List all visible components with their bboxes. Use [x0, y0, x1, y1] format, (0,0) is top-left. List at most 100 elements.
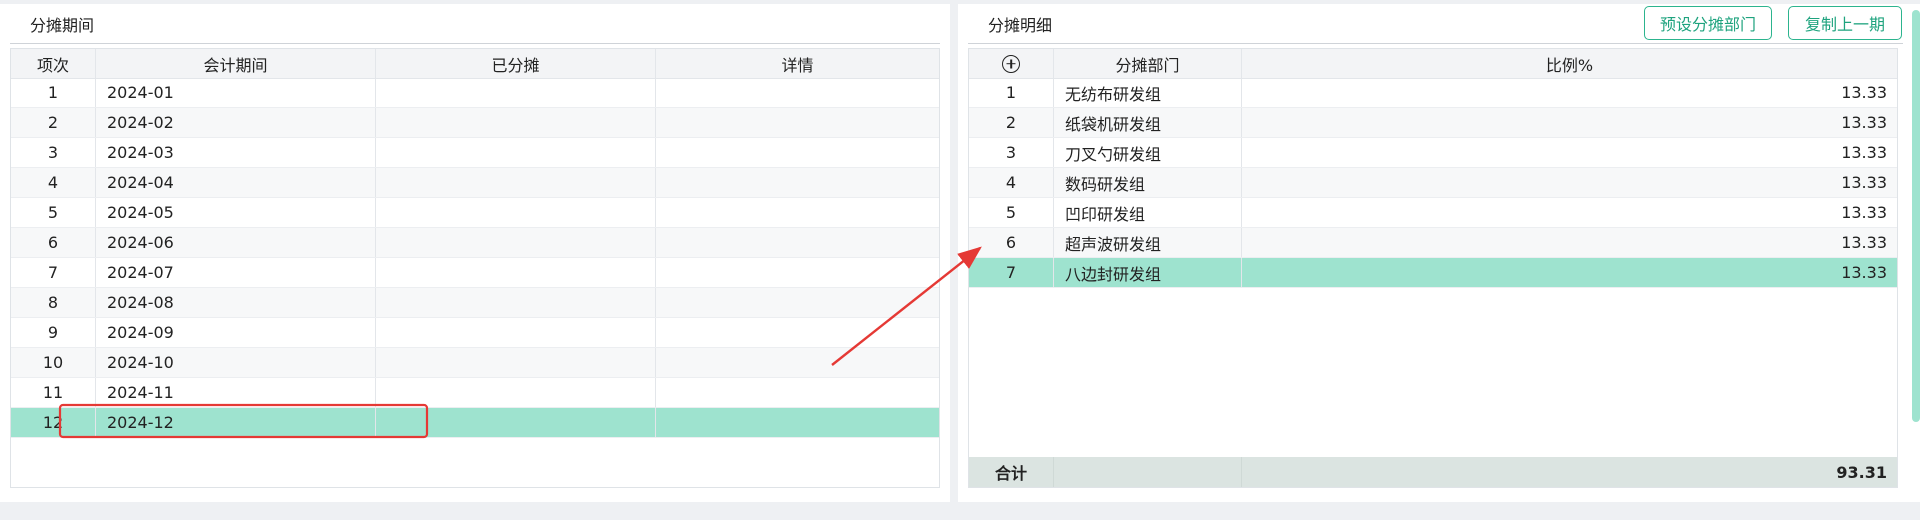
row-detail: [656, 348, 939, 377]
table-row[interactable]: 6 超声波研发组 13.33: [969, 228, 1897, 258]
table-row[interactable]: 9 2024-09: [11, 318, 939, 348]
footer-label: 合计: [969, 457, 1054, 487]
row-detail: [656, 138, 939, 167]
table-row[interactable]: 11 2024-11: [11, 378, 939, 408]
row-index: 2: [11, 108, 96, 137]
table-row[interactable]: 3 2024-03: [11, 138, 939, 168]
row-department: 纸袋机研发组: [1054, 108, 1242, 137]
row-department: 数码研发组: [1054, 168, 1242, 197]
row-period: 2024-04: [96, 168, 376, 197]
row-period: 2024-02: [96, 108, 376, 137]
row-allocated: [376, 318, 656, 347]
row-period: 2024-06: [96, 228, 376, 257]
table-row[interactable]: 2 2024-02: [11, 108, 939, 138]
table-footer-total: 合计 93.31: [969, 457, 1897, 487]
row-index: 3: [969, 138, 1054, 167]
row-allocated: [376, 138, 656, 167]
row-index: 7: [969, 258, 1054, 287]
column-header-index[interactable]: 项次: [11, 49, 96, 78]
row-period: 2024-09: [96, 318, 376, 347]
row-allocated: [376, 228, 656, 257]
row-index: 6: [969, 228, 1054, 257]
table-row[interactable]: 4 数码研发组 13.33: [969, 168, 1897, 198]
table-row[interactable]: 8 2024-08: [11, 288, 939, 318]
row-detail: [656, 168, 939, 197]
department-table: 分摊部门 比例% 1 无纺布研发组 13.33 2 纸袋机研发组 13.33 3 刀叉勺研发组…: [968, 48, 1898, 488]
row-index: 1: [11, 78, 96, 107]
table-row[interactable]: 12 2024-12: [11, 408, 939, 438]
row-allocated: [376, 378, 656, 407]
preset-departments-button[interactable]: 预设分摊部门: [1644, 6, 1772, 40]
panel-title: 分摊明细: [988, 16, 1053, 35]
column-header-allocated[interactable]: 已分摊: [376, 49, 656, 78]
row-department: 凹印研发组: [1054, 198, 1242, 227]
row-index: 9: [11, 318, 96, 347]
row-department: 超声波研发组: [1054, 228, 1242, 257]
column-header-ratio[interactable]: 比例%: [1242, 49, 1897, 78]
row-period: 2024-05: [96, 198, 376, 227]
vertical-scrollbar[interactable]: [1912, 10, 1920, 422]
row-allocated: [376, 168, 656, 197]
row-index: 6: [11, 228, 96, 257]
row-ratio: 13.33: [1841, 203, 1887, 222]
table-row[interactable]: 2 纸袋机研发组 13.33: [969, 108, 1897, 138]
footer-empty-cell: [1054, 457, 1242, 487]
table-header: 分摊部门 比例%: [969, 49, 1897, 79]
column-header-department[interactable]: 分摊部门: [1054, 49, 1242, 78]
row-period: 2024-01: [96, 78, 376, 107]
allocation-period-panel: 分摊期间 项次 会计期间 已分摊 详情 1 2024-01 2 2024-02 3 202…: [0, 4, 950, 502]
row-detail: [656, 198, 939, 227]
row-detail: [656, 78, 939, 107]
row-index: 1: [969, 78, 1054, 107]
row-index: 5: [969, 198, 1054, 227]
row-index: 11: [11, 378, 96, 407]
footer-total-value: 93.31: [1836, 462, 1887, 482]
table-row[interactable]: 7 2024-07: [11, 258, 939, 288]
panel-title: 分摊期间: [30, 16, 95, 35]
row-index: 4: [969, 168, 1054, 197]
row-allocated: [376, 78, 656, 107]
row-allocated: [376, 348, 656, 377]
column-header-period[interactable]: 会计期间: [96, 49, 376, 78]
table-header: 项次 会计期间 已分摊 详情: [11, 49, 939, 79]
table-row[interactable]: 7 八边封研发组 13.33: [969, 258, 1897, 288]
row-index: 3: [11, 138, 96, 167]
row-index: 4: [11, 168, 96, 197]
row-ratio: 13.33: [1841, 83, 1887, 102]
row-ratio: 13.33: [1841, 173, 1887, 192]
row-period: 2024-12: [96, 408, 376, 437]
title-divider: [10, 43, 940, 44]
table-row[interactable]: 6 2024-06: [11, 228, 939, 258]
row-ratio: 13.33: [1841, 263, 1887, 282]
row-detail: [656, 408, 939, 437]
row-detail: [656, 288, 939, 317]
row-period: 2024-10: [96, 348, 376, 377]
table-row[interactable]: 1 2024-01: [11, 78, 939, 108]
row-department: 刀叉勺研发组: [1054, 138, 1242, 167]
row-period: 2024-03: [96, 138, 376, 167]
row-allocated: [376, 288, 656, 317]
row-ratio: 13.33: [1841, 143, 1887, 162]
row-detail: [656, 258, 939, 287]
period-table: 项次 会计期间 已分摊 详情 1 2024-01 2 2024-02 3 2024-03 4…: [10, 48, 940, 488]
table-row[interactable]: 5 2024-05: [11, 198, 939, 228]
row-index: 5: [11, 198, 96, 227]
table-row[interactable]: 4 2024-04: [11, 168, 939, 198]
row-allocated: [376, 258, 656, 287]
row-index: 12: [11, 408, 96, 437]
row-index: 2: [969, 108, 1054, 137]
row-ratio: 13.33: [1841, 233, 1887, 252]
plus-circle-icon[interactable]: [1002, 54, 1020, 73]
row-detail: [656, 108, 939, 137]
table-row[interactable]: 3 刀叉勺研发组 13.33: [969, 138, 1897, 168]
copy-previous-period-button[interactable]: 复制上一期: [1788, 6, 1902, 40]
row-ratio: 13.33: [1841, 113, 1887, 132]
row-detail: [656, 378, 939, 407]
row-department: 无纺布研发组: [1054, 78, 1242, 107]
table-row[interactable]: 1 无纺布研发组 13.33: [969, 78, 1897, 108]
table-row[interactable]: 5 凹印研发组 13.33: [969, 198, 1897, 228]
allocation-detail-panel: 分摊明细 预设分摊部门 复制上一期 分摊部门 比例% 1 无纺布研发组 13.33 2…: [958, 4, 1920, 502]
column-header-detail[interactable]: 详情: [656, 49, 939, 78]
table-row[interactable]: 10 2024-10: [11, 348, 939, 378]
row-index: 7: [11, 258, 96, 287]
